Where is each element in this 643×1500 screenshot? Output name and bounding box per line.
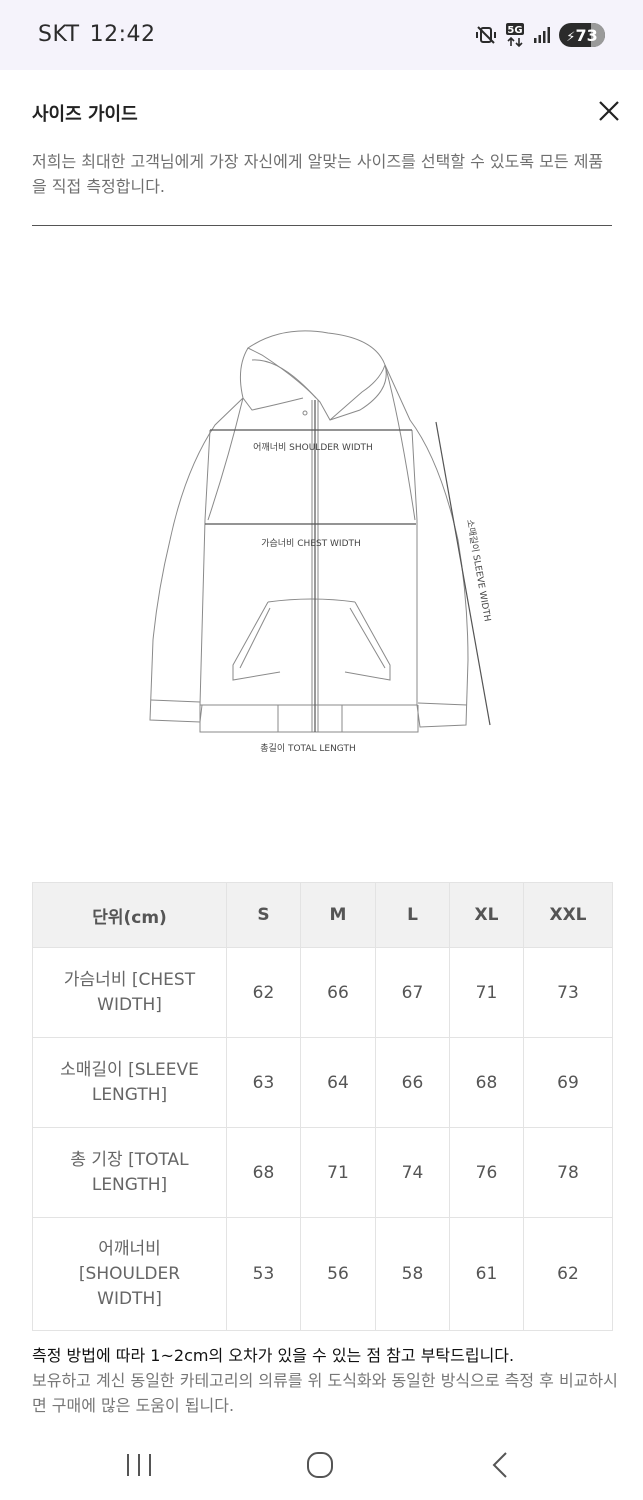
table-cell: 73 xyxy=(523,947,613,1038)
table-cell: 68 xyxy=(226,1127,301,1218)
table-cell: 62 xyxy=(523,1217,613,1331)
row-label: 총 기장 [TOTAL LENGTH] xyxy=(32,1127,227,1218)
row-label: 어깨너비 [SHOULDER WIDTH] xyxy=(32,1217,227,1331)
table-cell: 62 xyxy=(226,947,301,1038)
network-type: 5G xyxy=(507,25,522,36)
chest-width-label: 가슴너비 CHEST WIDTH xyxy=(261,538,361,549)
hoodie-illustration: 어깨너비 SHOULDER WIDTH 가슴너비 CHEST WIDTH 소매길… xyxy=(149,330,493,754)
table-cell: 71 xyxy=(449,947,524,1038)
signal-icon xyxy=(533,26,551,44)
table-cell: 68 xyxy=(449,1037,524,1128)
table-cell: 63 xyxy=(226,1037,301,1128)
table-cell: 58 xyxy=(375,1217,450,1331)
size-table: 단위(cm) S M L XL XXL 가슴너비 [CHEST WIDTH] 6… xyxy=(32,882,613,1331)
table-header: S xyxy=(226,882,301,948)
table-row: 소매길이 [SLEEVE LENGTH] 63 64 66 68 69 xyxy=(32,1037,613,1128)
measurement-tip-note: 보유하고 계신 동일한 카테고리의 의류를 위 도식화와 동일한 방식으로 측정… xyxy=(32,1371,618,1415)
status-bar: SKT 12:42 5G ⚡73 xyxy=(0,0,643,70)
clock: 12:42 xyxy=(89,22,156,47)
status-right: 5G ⚡73 xyxy=(475,20,605,50)
table-header-row: 단위(cm) S M L XL XXL xyxy=(32,882,613,948)
table-header: XXL xyxy=(523,882,613,948)
row-label: 가슴너비 [CHEST WIDTH] xyxy=(32,947,227,1038)
close-icon xyxy=(599,101,619,121)
recent-apps-button[interactable] xyxy=(118,1448,160,1486)
close-button[interactable] xyxy=(592,96,626,126)
size-guide-description: 저희는 최대한 고객님에게 가장 자신에게 알맞는 사이즈를 선택할 수 있도록… xyxy=(32,152,604,196)
battery-charging-icon: ⚡73 xyxy=(559,23,605,47)
table-cell: 76 xyxy=(449,1127,524,1218)
table-header: M xyxy=(300,882,376,948)
navigation-bar xyxy=(0,1430,643,1500)
back-icon xyxy=(492,1452,507,1478)
table-cell: 66 xyxy=(375,1037,450,1128)
5g-data-icon: 5G xyxy=(505,22,525,48)
page-title: 사이즈 가이드 xyxy=(32,104,138,125)
mute-vibrate-icon xyxy=(475,24,497,46)
table-cell: 56 xyxy=(300,1217,376,1331)
row-label: 소매길이 [SLEEVE LENGTH] xyxy=(32,1037,227,1128)
shoulder-width-label: 어깨너비 SHOULDER WIDTH xyxy=(253,441,373,453)
table-cell: 69 xyxy=(523,1037,613,1128)
recent-apps-icon xyxy=(127,1454,151,1476)
table-cell: 61 xyxy=(449,1217,524,1331)
table-cell: 66 xyxy=(300,947,376,1038)
table-header: L xyxy=(375,882,450,948)
table-cell: 78 xyxy=(523,1127,613,1218)
table-row: 가슴너비 [CHEST WIDTH] 62 66 67 71 73 xyxy=(32,947,613,1038)
table-cell: 53 xyxy=(226,1217,301,1331)
table-cell: 67 xyxy=(375,947,450,1038)
hoodie-measurement-diagram: 어깨너비 SHOULDER WIDTH 가슴너비 CHEST WIDTH 소매길… xyxy=(0,300,643,780)
table-cell: 64 xyxy=(300,1037,376,1128)
carrier: SKT xyxy=(38,22,80,47)
status-left: SKT 12:42 xyxy=(38,22,156,47)
table-cell: 71 xyxy=(300,1127,376,1218)
table-row: 총 기장 [TOTAL LENGTH] 68 71 74 76 78 xyxy=(32,1127,613,1218)
table-cell: 74 xyxy=(375,1127,450,1218)
total-length-label: 총길이 TOTAL LENGTH xyxy=(260,743,355,754)
table-header: 단위(cm) xyxy=(32,882,227,948)
home-icon xyxy=(307,1452,333,1478)
table-header: XL xyxy=(449,882,524,948)
back-button[interactable] xyxy=(482,1448,518,1486)
divider xyxy=(32,225,612,226)
table-row: 어깨너비 [SHOULDER WIDTH] 53 56 58 61 62 xyxy=(32,1217,613,1331)
home-button[interactable] xyxy=(300,1448,340,1486)
measurement-error-note: 측정 방법에 따라 1~2cm의 오차가 있을 수 있는 점 참고 부탁드립니다… xyxy=(32,1346,515,1365)
battery-level: 73 xyxy=(575,25,598,45)
